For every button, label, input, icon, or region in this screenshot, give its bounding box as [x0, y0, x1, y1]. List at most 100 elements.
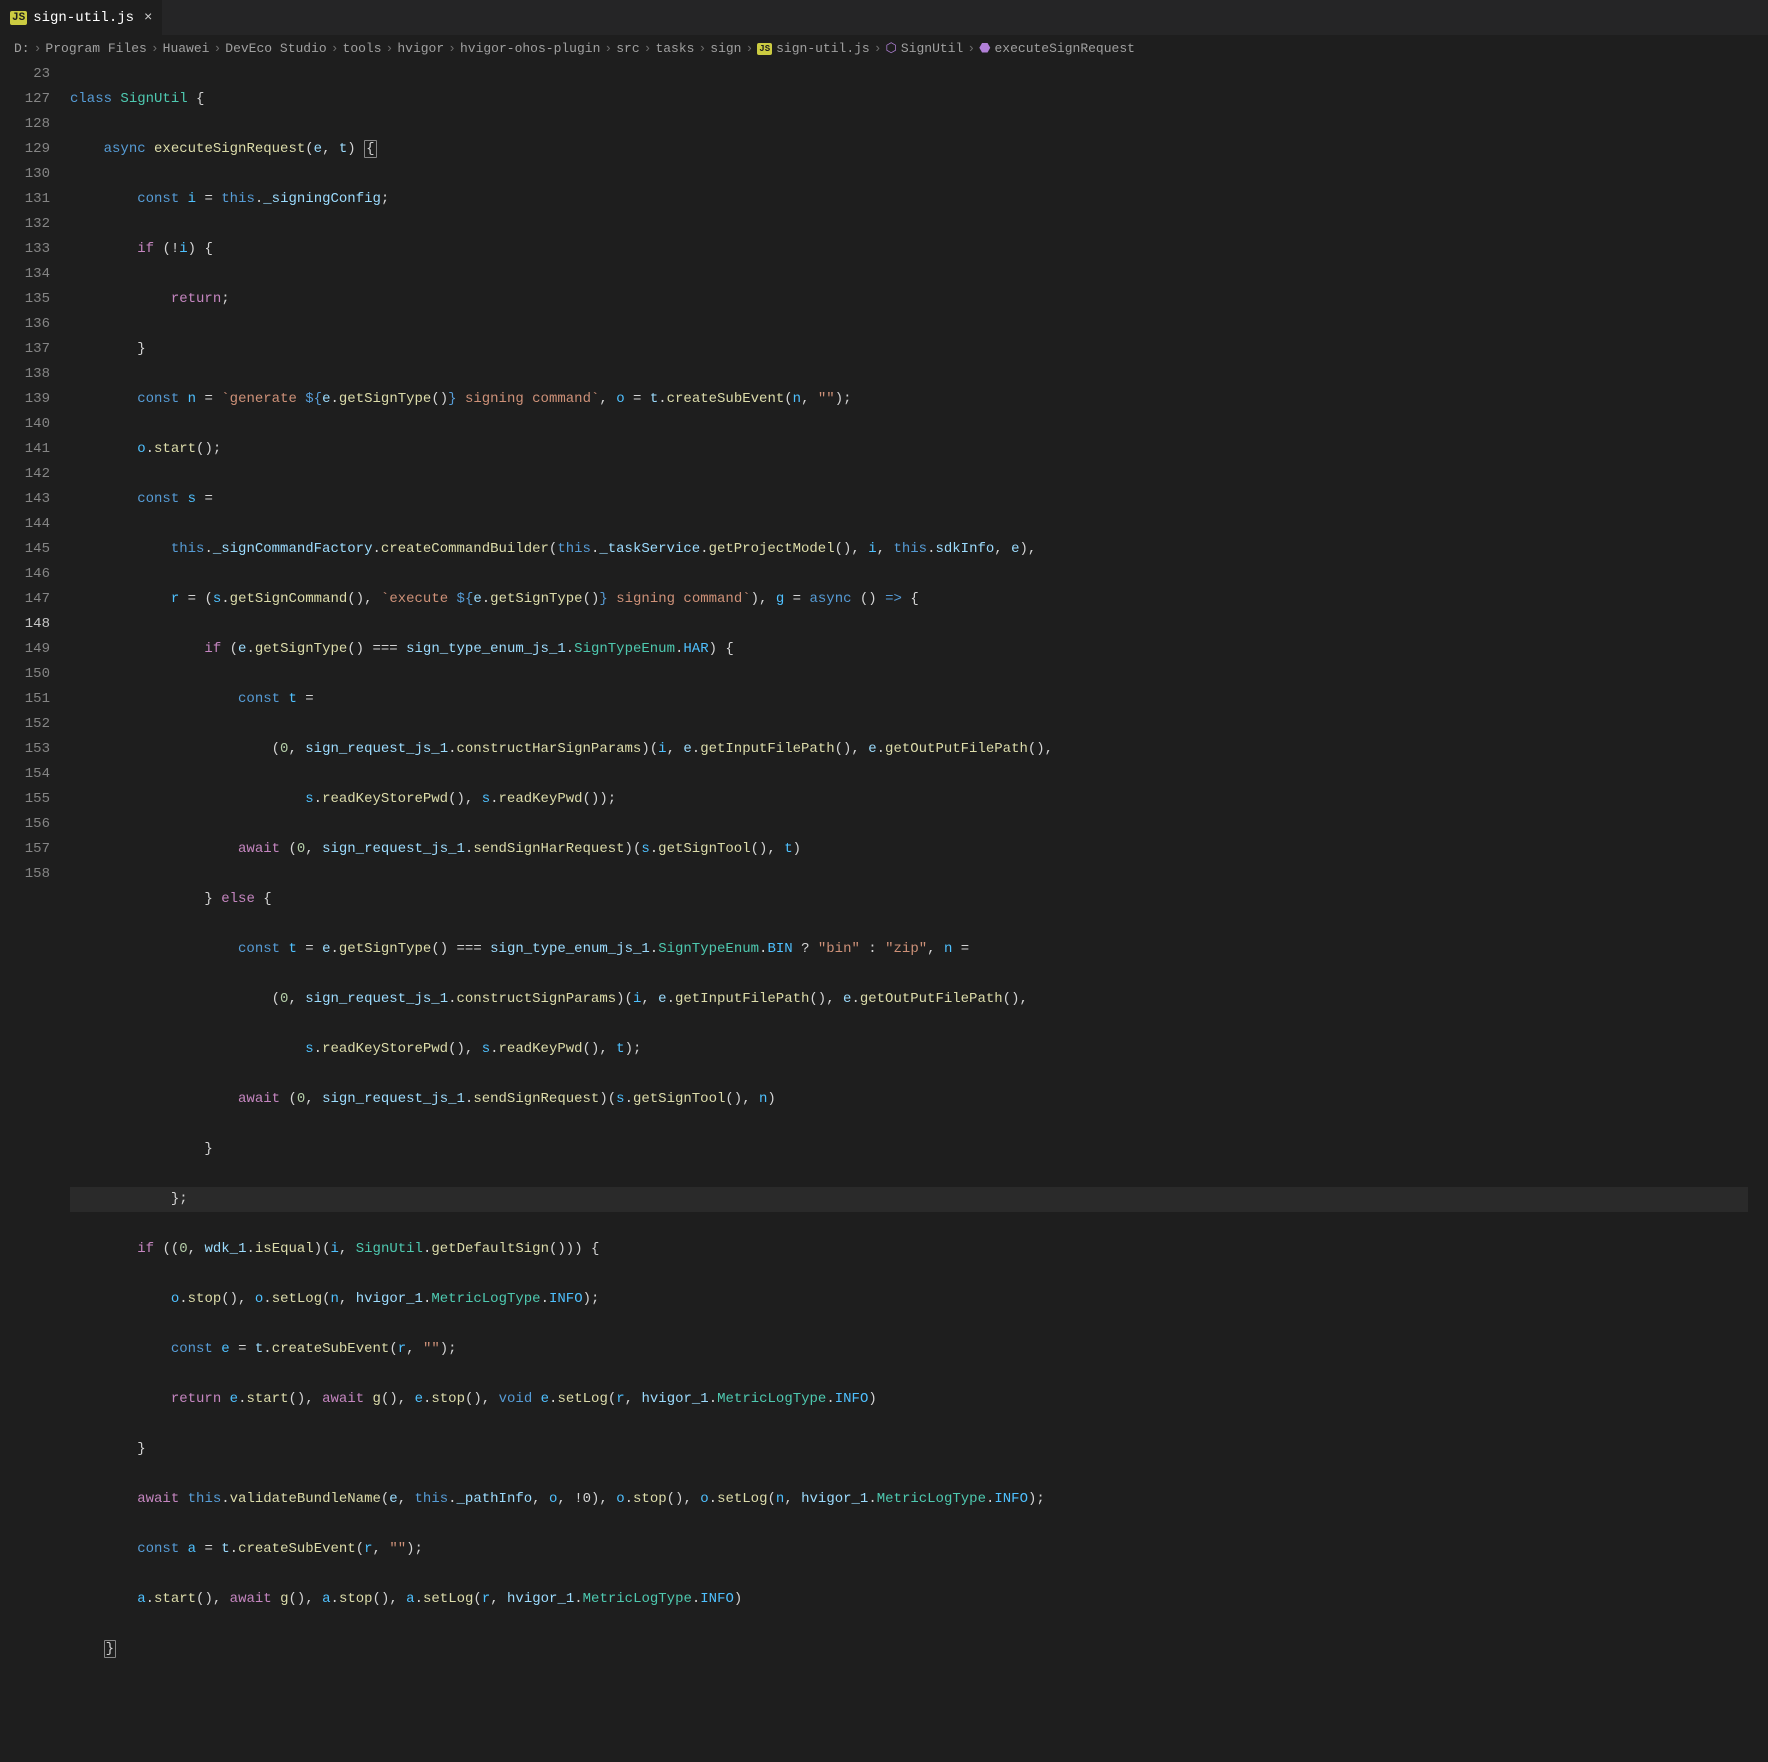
code-line[interactable]: r = (s.getSignCommand(), `execute ${e.ge…: [70, 587, 1748, 612]
code-line[interactable]: const e = t.createSubEvent(r, "");: [70, 1337, 1748, 1362]
line-number[interactable]: 157: [0, 837, 50, 862]
line-number[interactable]: 132: [0, 212, 50, 237]
code-editor[interactable]: 23 127 128 129 130 131 132 133 134 135 1…: [0, 62, 1768, 1762]
chevron-right-icon: ›: [448, 41, 456, 56]
code-line[interactable]: (0, sign_request_js_1.constructHarSignPa…: [70, 737, 1748, 762]
js-file-icon: JS: [10, 11, 27, 25]
line-number[interactable]: 129: [0, 137, 50, 162]
code-line[interactable]: class SignUtil {: [70, 87, 1748, 112]
code-line[interactable]: await (0, sign_request_js_1.sendSignRequ…: [70, 1087, 1748, 1112]
code-line[interactable]: }: [70, 337, 1748, 362]
code-line[interactable]: a.start(), await g(), a.stop(), a.setLog…: [70, 1587, 1748, 1612]
close-icon[interactable]: ×: [144, 10, 152, 26]
editor-tab[interactable]: JS sign-util.js ×: [0, 0, 163, 35]
breadcrumb-file[interactable]: sign-util.js: [776, 41, 870, 56]
code-line[interactable]: return;: [70, 287, 1748, 312]
code-area[interactable]: class SignUtil { async executeSignReques…: [70, 62, 1768, 1762]
line-number[interactable]: 134: [0, 262, 50, 287]
breadcrumb-part[interactable]: hvigor: [397, 41, 444, 56]
code-line[interactable]: const t =: [70, 687, 1748, 712]
line-number[interactable]: 153: [0, 737, 50, 762]
line-number[interactable]: 23: [0, 62, 50, 87]
code-line[interactable]: } else {: [70, 887, 1748, 912]
breadcrumb-part[interactable]: Program Files: [45, 41, 146, 56]
line-number[interactable]: 154: [0, 762, 50, 787]
code-line[interactable]: const n = `generate ${e.getSignType()} s…: [70, 387, 1748, 412]
line-number[interactable]: 146: [0, 562, 50, 587]
line-number[interactable]: 145: [0, 537, 50, 562]
code-line[interactable]: s.readKeyStorePwd(), s.readKeyPwd(), t);: [70, 1037, 1748, 1062]
code-line[interactable]: o.stop(), o.setLog(n, hvigor_1.MetricLog…: [70, 1287, 1748, 1312]
chevron-right-icon: ›: [745, 41, 753, 56]
breadcrumb-part[interactable]: Huawei: [163, 41, 210, 56]
line-number[interactable]: 135: [0, 287, 50, 312]
code-line[interactable]: s.readKeyStorePwd(), s.readKeyPwd());: [70, 787, 1748, 812]
line-number[interactable]: 130: [0, 162, 50, 187]
js-file-icon: JS: [757, 43, 772, 55]
line-number[interactable]: 138: [0, 362, 50, 387]
line-number[interactable]: 148: [0, 612, 50, 637]
chevron-right-icon: ›: [331, 41, 339, 56]
line-number[interactable]: 151: [0, 687, 50, 712]
code-line[interactable]: [70, 1687, 1748, 1712]
line-number[interactable]: 156: [0, 812, 50, 837]
line-number[interactable]: 136: [0, 312, 50, 337]
line-number[interactable]: 155: [0, 787, 50, 812]
code-line[interactable]: if (!i) {: [70, 237, 1748, 262]
breadcrumb-method[interactable]: executeSignRequest: [995, 41, 1135, 56]
code-line[interactable]: }: [70, 1437, 1748, 1462]
line-number[interactable]: 131: [0, 187, 50, 212]
line-number[interactable]: 149: [0, 637, 50, 662]
code-line[interactable]: }: [70, 1637, 1748, 1662]
line-number[interactable]: 139: [0, 387, 50, 412]
tab-title: sign-util.js: [33, 10, 134, 26]
breadcrumb-part[interactable]: sign: [710, 41, 741, 56]
breadcrumb-class[interactable]: SignUtil: [901, 41, 963, 56]
line-number[interactable]: 137: [0, 337, 50, 362]
code-line[interactable]: await this.validateBundleName(e, this._p…: [70, 1487, 1748, 1512]
line-number[interactable]: 140: [0, 412, 50, 437]
code-line[interactable]: if (e.getSignType() === sign_type_enum_j…: [70, 637, 1748, 662]
line-number[interactable]: 142: [0, 462, 50, 487]
code-line[interactable]: const a = t.createSubEvent(r, "");: [70, 1537, 1748, 1562]
chevron-right-icon: ›: [604, 41, 612, 56]
code-line[interactable]: this._signCommandFactory.createCommandBu…: [70, 537, 1748, 562]
chevron-right-icon: ›: [698, 41, 706, 56]
line-number[interactable]: 143: [0, 487, 50, 512]
line-number[interactable]: 158: [0, 862, 50, 887]
chevron-right-icon: ›: [213, 41, 221, 56]
line-gutter: 23 127 128 129 130 131 132 133 134 135 1…: [0, 62, 70, 1762]
code-line[interactable]: (0, sign_request_js_1.constructSignParam…: [70, 987, 1748, 1012]
code-line[interactable]: const s =: [70, 487, 1748, 512]
breadcrumb-part[interactable]: hvigor-ohos-plugin: [460, 41, 600, 56]
chevron-right-icon: ›: [386, 41, 394, 56]
line-number[interactable]: 127: [0, 87, 50, 112]
code-line[interactable]: await (0, sign_request_js_1.sendSignHarR…: [70, 837, 1748, 862]
tab-bar: JS sign-util.js ×: [0, 0, 1768, 35]
method-icon: ⬣: [979, 41, 990, 56]
line-number[interactable]: 128: [0, 112, 50, 137]
line-number[interactable]: 147: [0, 587, 50, 612]
code-line[interactable]: if ((0, wdk_1.isEqual)(i, SignUtil.getDe…: [70, 1237, 1748, 1262]
breadcrumb-part[interactable]: tools: [343, 41, 382, 56]
line-number[interactable]: 152: [0, 712, 50, 737]
code-line[interactable]: return e.start(), await g(), e.stop(), v…: [70, 1387, 1748, 1412]
code-line[interactable]: };: [70, 1187, 1748, 1212]
code-line[interactable]: const i = this._signingConfig;: [70, 187, 1748, 212]
breadcrumb-part[interactable]: D:: [14, 41, 30, 56]
code-line[interactable]: async executeSignRequest(e, t) {: [70, 137, 1748, 162]
line-number[interactable]: 133: [0, 237, 50, 262]
code-line[interactable]: o.start();: [70, 437, 1748, 462]
chevron-right-icon: ›: [34, 41, 42, 56]
line-number[interactable]: 144: [0, 512, 50, 537]
code-line[interactable]: const t = e.getSignType() === sign_type_…: [70, 937, 1748, 962]
line-number[interactable]: 150: [0, 662, 50, 687]
breadcrumb-part[interactable]: DevEco Studio: [225, 41, 326, 56]
chevron-right-icon: ›: [967, 41, 975, 56]
code-line[interactable]: }: [70, 1137, 1748, 1162]
breadcrumb-part[interactable]: src: [616, 41, 639, 56]
breadcrumb-part[interactable]: tasks: [655, 41, 694, 56]
line-number[interactable]: 141: [0, 437, 50, 462]
breadcrumb[interactable]: D:› Program Files› Huawei› DevEco Studio…: [0, 35, 1768, 62]
chevron-right-icon: ›: [151, 41, 159, 56]
